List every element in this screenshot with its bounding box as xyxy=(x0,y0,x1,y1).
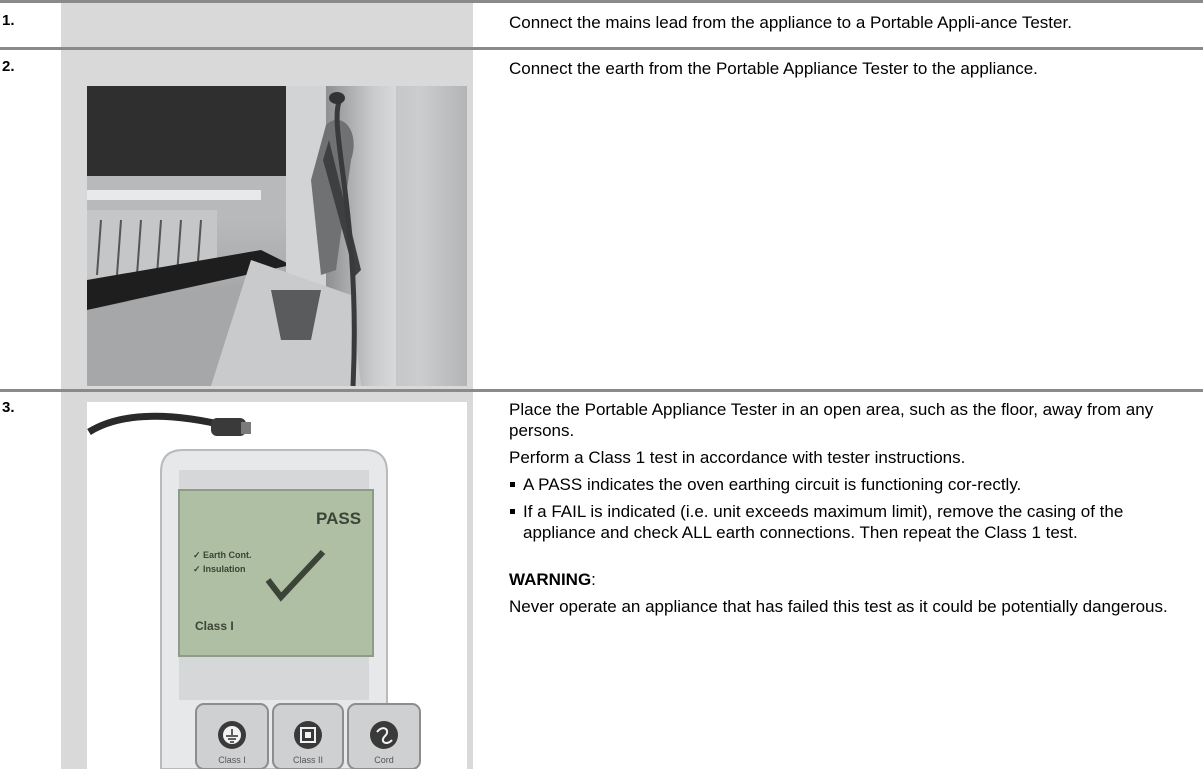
bullet-icon xyxy=(510,482,515,487)
warning-text: Never operate an appliance that has fail… xyxy=(509,597,1168,616)
step-1-image-placeholder xyxy=(61,3,473,47)
tester-button-label: Class I xyxy=(218,755,246,765)
tester-button-label: Cord xyxy=(374,755,394,765)
lcd-insulation-text: ✓ Insulation xyxy=(193,564,246,574)
step-3-text: Place the Portable Appliance Tester in a… xyxy=(509,399,1199,623)
lcd-earth-cont-text: ✓ Earth Cont. xyxy=(193,550,252,560)
step-3-paragraph: Place the Portable Appliance Tester in a… xyxy=(509,400,1154,440)
bullet-icon xyxy=(510,509,515,514)
lcd-class-text: Class I xyxy=(195,619,234,633)
step-number: 3. xyxy=(2,399,15,416)
lcd-pass-text: PASS xyxy=(316,509,361,528)
warning-heading: WARNING: xyxy=(509,569,1199,590)
tester-button-label: Class II xyxy=(293,755,323,765)
step-2-text: Connect the earth from the Portable Appl… xyxy=(509,59,1038,78)
step-number: 2. xyxy=(2,58,15,75)
cord-icon xyxy=(370,721,398,749)
list-item: If a FAIL is indicated (i.e. unit exceed… xyxy=(509,501,1199,543)
step-3-paragraph: Perform a Class 1 test in accordance wit… xyxy=(509,448,966,467)
bullet-text: If a FAIL is indicated (i.e. unit exceed… xyxy=(523,502,1124,542)
step-3-bullet-list: A PASS indicates the oven earthing circu… xyxy=(509,474,1199,543)
list-item: A PASS indicates the oven earthing circu… xyxy=(509,474,1199,495)
pat-tester-photo: PASS ✓ Earth Cont. ✓ Insulation Class I … xyxy=(61,392,473,770)
warning-colon: : xyxy=(591,570,596,589)
step-1-text: Connect the mains lead from the applianc… xyxy=(509,13,1072,32)
bullet-text: A PASS indicates the oven earthing circu… xyxy=(523,475,1022,494)
step-number: 1. xyxy=(2,12,15,29)
warning-label: WARNING xyxy=(509,570,592,589)
earth-connection-photo xyxy=(61,50,473,389)
